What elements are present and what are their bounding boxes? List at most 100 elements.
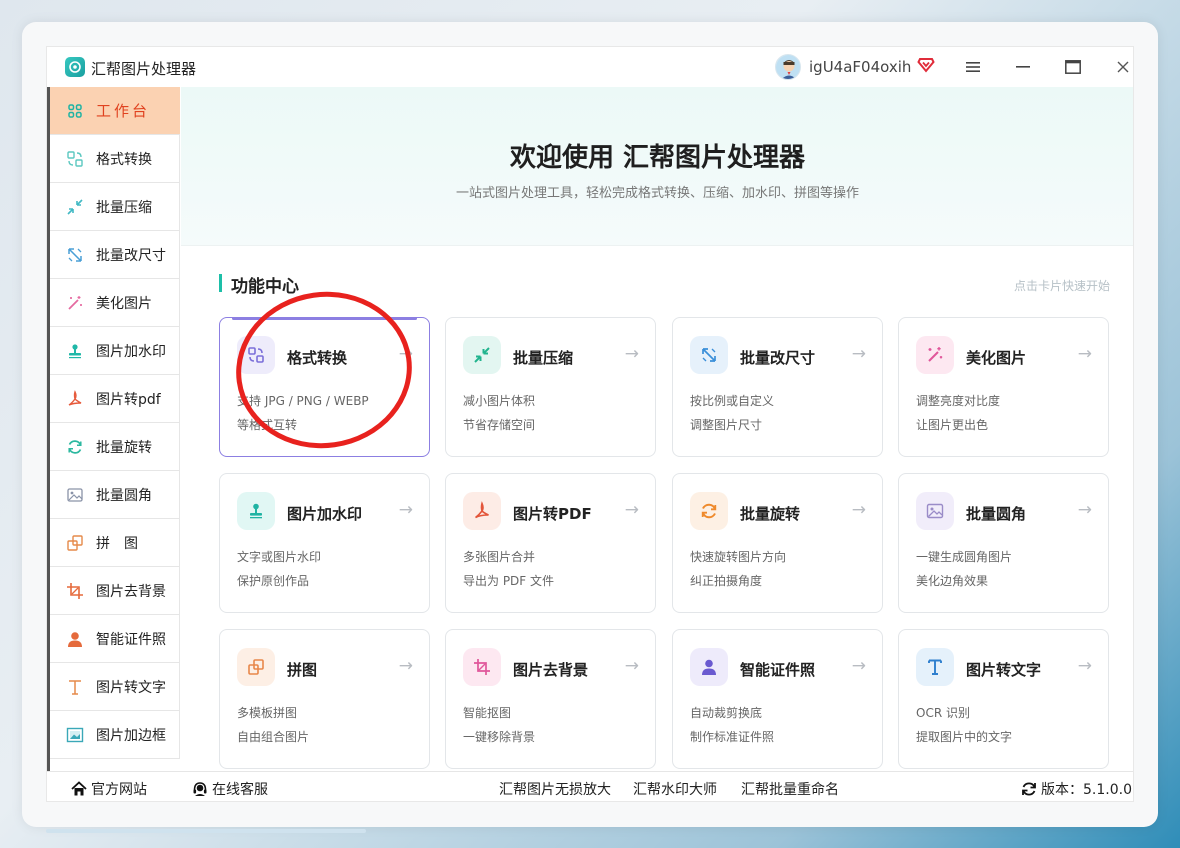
footer-link-upscale[interactable]: 汇帮图片无损放大 (499, 779, 611, 799)
version-label: 版本：5.1.0.0 (1041, 782, 1132, 798)
sidebar-item-rotate[interactable]: 批量旋转 (50, 423, 180, 471)
sidebar-item-convert[interactable]: 格式转换 (50, 135, 180, 183)
convert-icon (237, 336, 275, 374)
sidebar-item-round-corner[interactable]: 批量圆角 (50, 471, 180, 519)
sidebar-item-watermark[interactable]: 图片加水印 (50, 327, 180, 375)
card-description: 保护原创作品 (237, 574, 310, 588)
feature-card[interactable]: 美化图片 → 调整亮度对比度 让图片更出色 (898, 317, 1109, 457)
close-button[interactable] (1111, 55, 1133, 79)
card-description: 提取图片中的文字 (916, 730, 1013, 744)
sidebar-item-to-pdf[interactable]: 图片转pdf (50, 375, 180, 423)
card-description: 一键移除背景 (463, 730, 536, 744)
minimize-button[interactable] (1011, 55, 1035, 79)
feature-card[interactable]: 图片去背景 → 智能抠图 一键移除背景 (445, 629, 656, 769)
sidebar-item-label: 图片去背景 (96, 583, 166, 600)
headset-icon (193, 782, 207, 796)
text-icon (916, 648, 954, 686)
app-window: 汇帮图片处理器 igU4aF04oxih 工作台 格式转换 批量压缩 批量改尺寸… (46, 46, 1134, 802)
arrow-right-icon: → (398, 656, 413, 676)
section-accent-bar (219, 274, 222, 292)
sidebar-item-collage[interactable]: 拼 图 (50, 519, 180, 567)
card-title: 图片转PDF (513, 505, 592, 523)
sidebar-item-beautify[interactable]: 美化图片 (50, 279, 180, 327)
feature-card[interactable]: 批量旋转 → 快速旋转图片方向 纠正拍摄角度 (672, 473, 883, 613)
sidebar-item-resize[interactable]: 批量改尺寸 (50, 231, 180, 279)
feature-card[interactable]: 批量压缩 → 减小图片体积 节省存储空间 (445, 317, 656, 457)
card-title: 格式转换 (287, 349, 348, 367)
footer-bar: 官方网站 在线客服 汇帮图片无损放大 汇帮水印大师 汇帮批量重命名 版本：5.1… (47, 771, 1133, 801)
card-description: 节省存储空间 (463, 418, 536, 432)
feature-card[interactable]: 批量改尺寸 → 按比例或自定义 调整图片尺寸 (672, 317, 883, 457)
stamp-icon (237, 492, 275, 530)
sidebar-item-remove-bg[interactable]: 图片去背景 (50, 567, 180, 615)
user-avatar[interactable] (775, 54, 801, 80)
sidebar-item-label: 图片加水印 (96, 343, 166, 360)
arrow-right-icon: → (398, 500, 413, 520)
official-website-link[interactable]: 官方网站 (71, 779, 147, 799)
sidebar-item-label: 美化图片 (96, 295, 152, 312)
person-icon (66, 630, 84, 648)
feature-card[interactable]: 拼图 → 多模板拼图 自由组合图片 (219, 629, 430, 769)
menu-button[interactable] (961, 55, 985, 79)
compress-icon (463, 336, 501, 374)
arrow-right-icon: → (1077, 500, 1092, 520)
card-description: 让图片更出色 (916, 418, 989, 432)
sidebar-item-label: 图片转pdf (96, 391, 161, 408)
sidebar-item-label: 拼 图 (96, 535, 138, 552)
card-description: 快速旋转图片方向 (690, 550, 787, 564)
crop-icon (66, 582, 84, 600)
sidebar-item-label: 图片加边框 (96, 727, 166, 744)
sidebar-item-border[interactable]: 图片加边框 (50, 711, 180, 759)
pdf-icon (66, 389, 84, 408)
feature-card[interactable]: 图片加水印 → 文字或图片水印 保护原创作品 (219, 473, 430, 613)
vip-diamond-icon[interactable] (917, 55, 935, 73)
footer-link-label: 汇帮水印大师 (633, 782, 717, 798)
card-title: 批量压缩 (513, 349, 574, 367)
arrow-right-icon: → (624, 656, 639, 676)
feature-card[interactable]: 智能证件照 → 自动裁剪换底 制作标准证件照 (672, 629, 883, 769)
online-service-link[interactable]: 在线客服 (192, 779, 268, 799)
card-title: 美化图片 (966, 349, 1027, 367)
card-description: 制作标准证件照 (690, 730, 775, 744)
card-description: 纠正拍摄角度 (690, 574, 763, 588)
sidebar-item-ocr[interactable]: 图片转文字 (50, 663, 180, 711)
sidebar-item-label: 图片转文字 (96, 679, 166, 696)
card-title: 图片加水印 (287, 505, 363, 523)
home-icon (71, 781, 87, 796)
sidebar-item-label: 格式转换 (96, 151, 152, 168)
section-hint: 点击卡片快速开始 (1013, 279, 1110, 293)
footer-link-rename[interactable]: 汇帮批量重命名 (741, 779, 839, 799)
card-description: OCR 识别 (916, 706, 970, 720)
main-content: 欢迎使用 汇帮图片处理器 一站式图片处理工具，轻松完成格式转换、压缩、加水印、拼… (181, 87, 1133, 771)
feature-card[interactable]: 格式转换 → 支持 JPG / PNG / WEBP 等格式互转 (219, 317, 430, 457)
feature-card[interactable]: 图片转PDF → 多张图片合并 导出为 PDF 文件 (445, 473, 656, 613)
sidebar-item-label: 批量圆角 (96, 487, 152, 504)
version-info[interactable]: 版本：5.1.0.0 (1021, 779, 1132, 799)
card-description: 支持 JPG / PNG / WEBP (237, 394, 369, 408)
arrow-right-icon: → (398, 344, 413, 364)
feature-card[interactable]: 图片转文字 → OCR 识别 提取图片中的文字 (898, 629, 1109, 769)
card-description: 调整图片尺寸 (690, 418, 763, 432)
feature-card[interactable]: 批量圆角 → 一键生成圆角图片 美化边角效果 (898, 473, 1109, 613)
rotate-icon (690, 492, 728, 530)
welcome-banner: 欢迎使用 汇帮图片处理器 一站式图片处理工具，轻松完成格式转换、压缩、加水印、拼… (181, 87, 1133, 246)
collage-icon (237, 648, 275, 686)
card-title: 图片去背景 (513, 661, 589, 679)
footer-link-watermark-master[interactable]: 汇帮水印大师 (633, 779, 717, 799)
image-icon (66, 486, 84, 504)
official-website-label: 官方网站 (91, 782, 147, 798)
username[interactable]: igU4aF04oxih (809, 58, 911, 76)
card-description: 调整亮度对比度 (916, 394, 1001, 408)
text-icon (66, 678, 84, 696)
card-title: 批量旋转 (740, 505, 801, 523)
sidebar-item-label: 批量压缩 (96, 199, 152, 216)
maximize-button[interactable] (1061, 55, 1085, 79)
sidebar-item-compress[interactable]: 批量压缩 (50, 183, 180, 231)
arrow-right-icon: → (1077, 656, 1092, 676)
sidebar-item-dashboard[interactable]: 工作台 (50, 87, 180, 135)
card-description: 美化边角效果 (916, 574, 989, 588)
card-description: 多模板拼图 (237, 706, 298, 720)
sidebar-item-id-photo[interactable]: 智能证件照 (50, 615, 180, 663)
person-icon (690, 648, 728, 686)
app-logo-icon (65, 57, 85, 77)
